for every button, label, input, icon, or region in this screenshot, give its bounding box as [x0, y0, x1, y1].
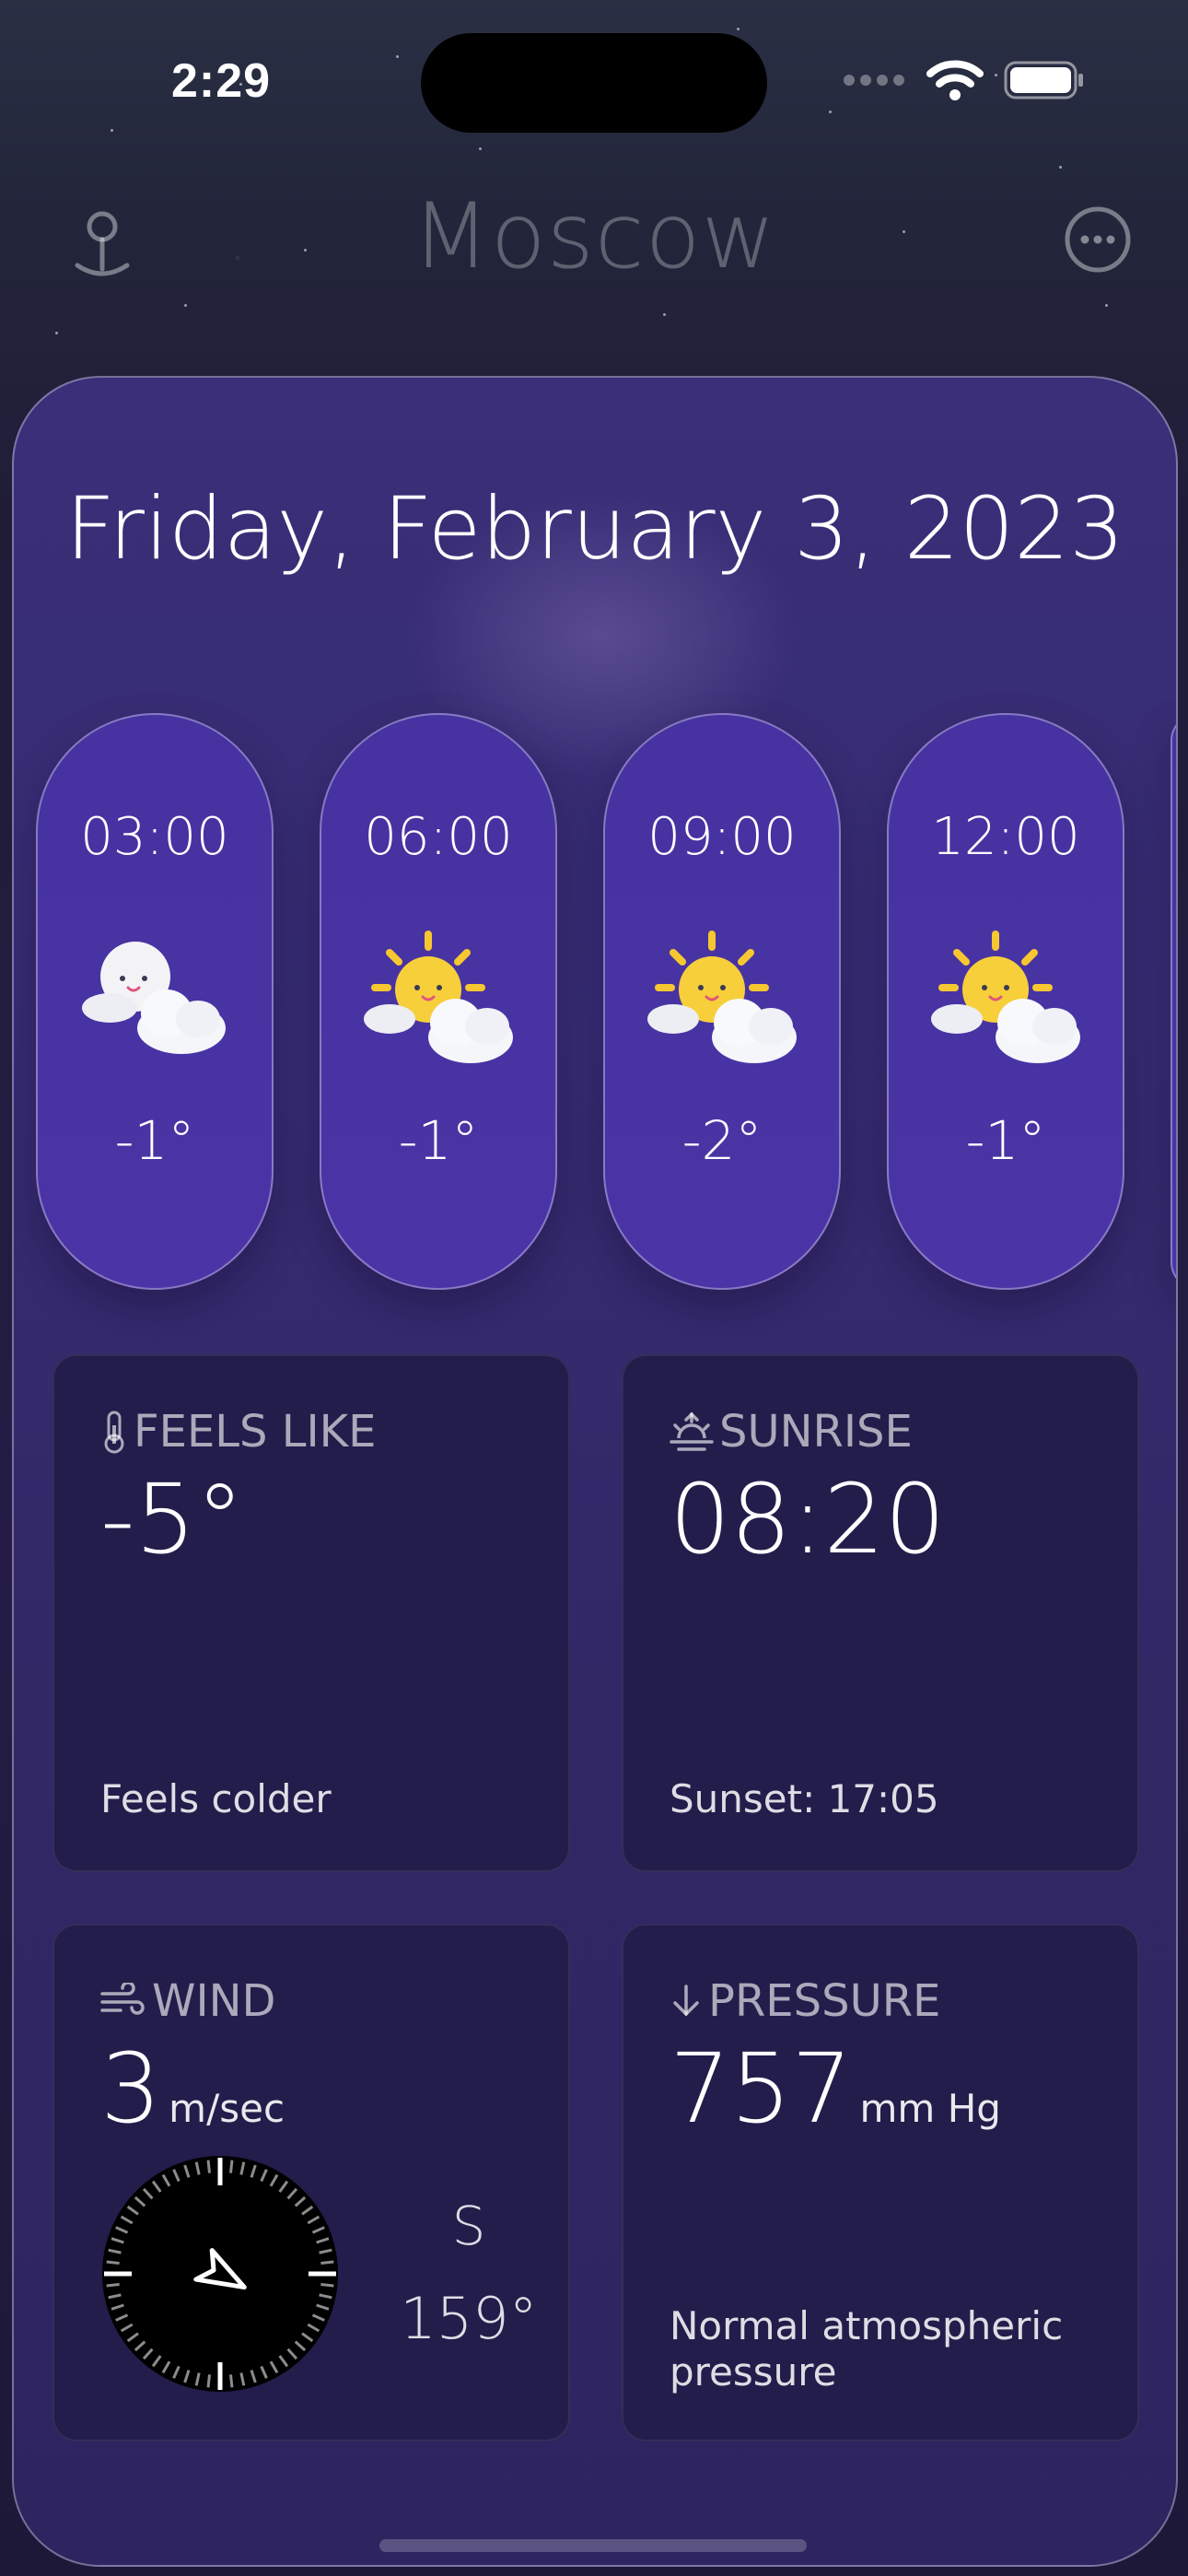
sun-cloud-icon: [364, 931, 513, 1063]
compass-tick: [206, 2160, 211, 2173]
sunrise-icon: [670, 1411, 714, 1451]
pressure-label-row: PRESSURE: [670, 1975, 940, 2027]
compass-tick: [206, 2374, 211, 2388]
moon-cloud-icon: [82, 942, 226, 1054]
arrow-down-icon: [673, 1985, 699, 2017]
compass-dial: [102, 2156, 338, 2392]
sunrise-label-row: SUNRISE: [670, 1406, 913, 1458]
wind-degrees: 159°: [400, 2285, 538, 2352]
feels-like-value: -5°: [100, 1463, 244, 1575]
feels-like-tile[interactable]: FEELS LIKE -5° Feels colder: [52, 1354, 570, 1872]
hour-pill[interactable]: 03:00 -1°: [36, 713, 274, 1290]
sun-cloud-icon: [931, 931, 1080, 1063]
sunrise-tile[interactable]: SUNRISE 08:20 Sunset: 17:05: [622, 1354, 1139, 1872]
wind-tile[interactable]: WIND 3 m/sec S 159°: [52, 1924, 570, 2441]
wind-icon: [100, 1983, 145, 2015]
hour-pill-partial[interactable]: [1171, 713, 1176, 1290]
feels-like-note: Feels colder: [100, 1776, 332, 1821]
sunrise-value: 08:20: [670, 1463, 946, 1575]
compass-tick: [320, 2283, 334, 2288]
compass-tick: [106, 2283, 120, 2288]
cellular-signal-icon: [844, 75, 904, 86]
hour-temp: -1°: [114, 1109, 195, 1172]
weather-card: Friday, February 3, 2023 03:00 -1° 06:00: [12, 376, 1178, 2567]
sun-cloud-icon: [647, 931, 797, 1063]
hour-time: 03:00: [80, 807, 229, 867]
compass-tick: [320, 2260, 334, 2265]
compass-tick: [229, 2160, 234, 2173]
compass-tick: [229, 2374, 234, 2388]
dynamic-island: [421, 33, 767, 133]
hour-time: 12:00: [931, 807, 1080, 867]
status-icons: [842, 59, 1085, 101]
hour-temp: -1°: [398, 1109, 479, 1172]
thermometer-icon: [104, 1411, 124, 1454]
wind-speed: 3: [100, 2032, 162, 2145]
date-title: Friday, February 3, 2023: [65, 479, 1124, 580]
city-title: Moscow: [412, 184, 776, 289]
wifi-icon: [926, 60, 984, 100]
pressure-unit: mm Hg: [859, 2086, 1001, 2131]
pressure-label: PRESSURE: [708, 1975, 941, 2027]
wind-label: WIND: [152, 1975, 276, 2027]
pressure-tile[interactable]: PRESSURE 757 mm Hg Normal atmospheric pre…: [622, 1924, 1139, 2441]
sunset-note: Sunset: 17:05: [670, 1776, 939, 1821]
battery-icon: [1004, 61, 1083, 100]
hour-temp: -2°: [681, 1109, 763, 1172]
wind-unit: m/sec: [169, 2086, 285, 2131]
wind-value-row: 3 m/sec: [100, 2032, 285, 2145]
status-time: 2:29: [171, 54, 272, 108]
pressure-value-row: 757 mm Hg: [670, 2032, 1001, 2145]
feels-like-label: FEELS LIKE: [134, 1406, 377, 1458]
pressure-note: Normal atmospheric pressure: [670, 2303, 1064, 2395]
more-options-button[interactable]: [1063, 205, 1133, 275]
compass-tick: [106, 2260, 120, 2265]
wind-label-row: WIND: [100, 1975, 275, 2027]
wind-direction: S: [451, 2195, 486, 2257]
hour-pill[interactable]: 06:00 -1°: [320, 713, 557, 1290]
hour-pill[interactable]: 09:00 -2°: [603, 713, 841, 1290]
more-icon: [1065, 206, 1131, 273]
hour-time: 09:00: [647, 807, 797, 867]
sunrise-label: SUNRISE: [719, 1406, 913, 1458]
hour-temp: -1°: [965, 1109, 1046, 1172]
hour-pill[interactable]: 12:00 -1°: [887, 713, 1124, 1290]
pressure-value: 757: [670, 2032, 853, 2145]
home-indicator[interactable]: [379, 2539, 807, 2552]
hour-time: 06:00: [364, 807, 513, 867]
hourly-forecast[interactable]: 03:00 -1° 06:00 -1° 09:00 -2° 12:00 -1°: [14, 713, 1176, 1292]
feels-like-label-row: FEELS LIKE: [100, 1406, 376, 1458]
